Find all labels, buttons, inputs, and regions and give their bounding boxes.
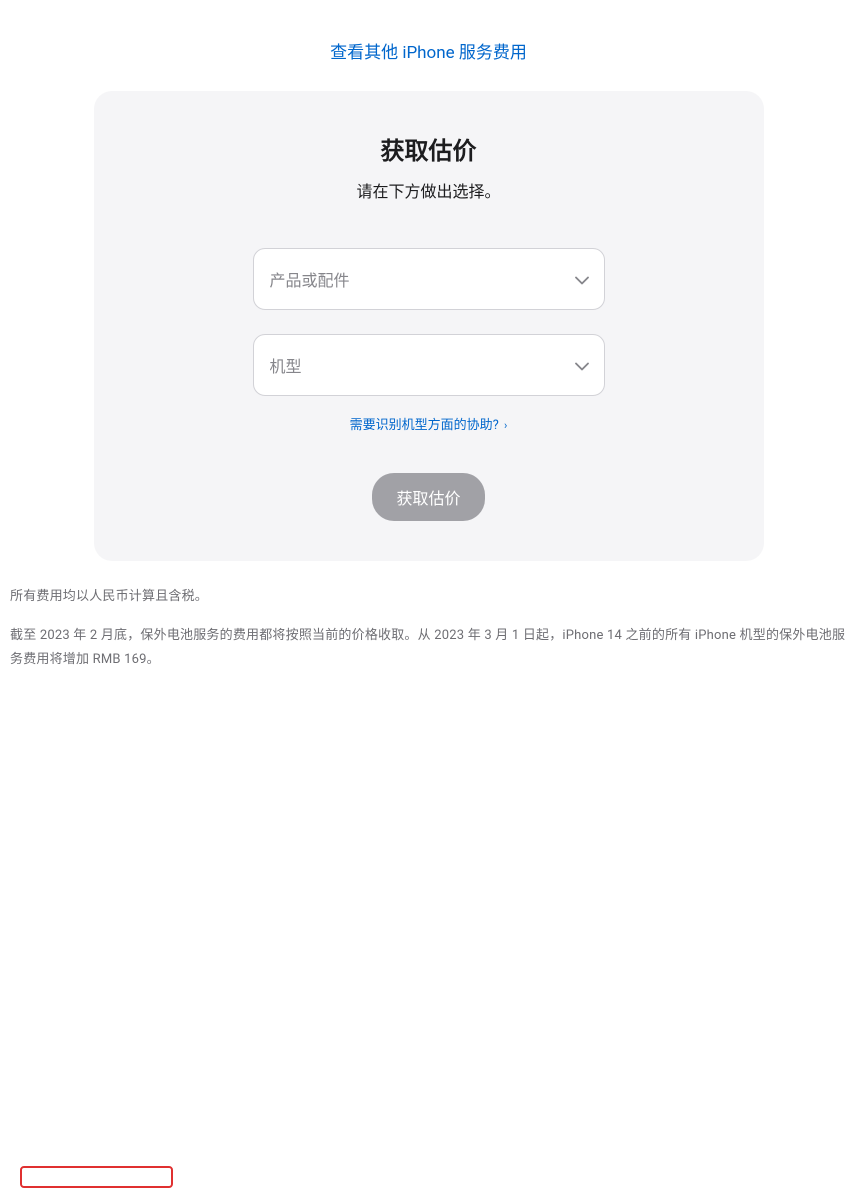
- view-other-services-link[interactable]: 查看其他 iPhone 服务费用: [330, 43, 527, 63]
- product-select-wrapper: 产品或配件: [253, 248, 605, 310]
- card-subtitle: 请在下方做出选择。: [134, 178, 724, 202]
- help-link-label: 需要识别机型方面的协助?: [350, 418, 499, 433]
- card-title: 获取估价: [134, 131, 724, 166]
- model-select[interactable]: 机型: [253, 334, 605, 396]
- top-link-container: 查看其他 iPhone 服务费用: [0, 0, 857, 91]
- get-estimate-button[interactable]: 获取估价: [372, 473, 484, 521]
- help-link-container: 需要识别机型方面的协助? ›: [134, 414, 724, 433]
- footer-section: 所有费用均以人民币计算且含税。 截至 2023 年 2 月底，保外电池服务的费用…: [0, 561, 857, 673]
- model-select-wrapper: 机型: [253, 334, 605, 396]
- identify-model-help-link[interactable]: 需要识别机型方面的协助? ›: [350, 418, 508, 433]
- estimate-card: 获取估价 请在下方做出选择。 产品或配件 机型 需要识别机型方面的协助? › 获…: [94, 91, 764, 561]
- footer-line-1: 所有费用均以人民币计算且含税。: [10, 585, 847, 610]
- chevron-right-icon: ›: [504, 419, 507, 432]
- product-select[interactable]: 产品或配件: [253, 248, 605, 310]
- footer-line-2: 截至 2023 年 2 月底，保外电池服务的费用都将按照当前的价格收取。从 20…: [10, 624, 847, 673]
- footer-text: 所有费用均以人民币计算且含税。 截至 2023 年 2 月底，保外电池服务的费用…: [0, 561, 857, 673]
- highlight-annotation: [20, 1166, 173, 1188]
